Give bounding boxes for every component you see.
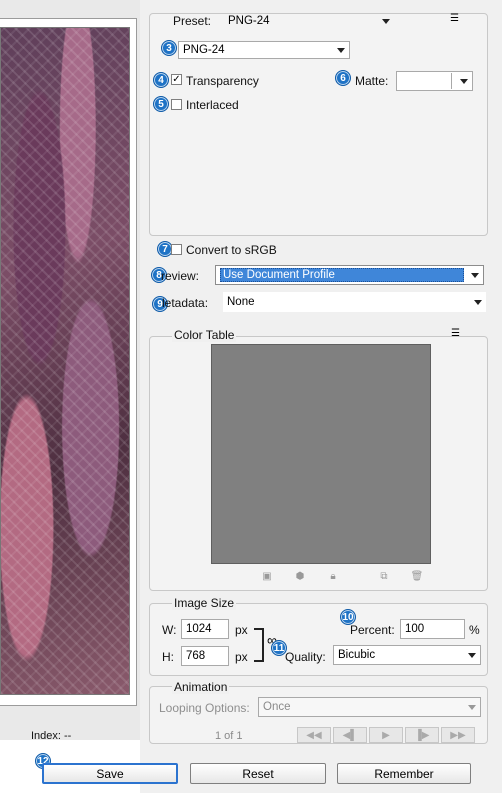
previous-frame-icon[interactable]: ◀▌ [333, 727, 367, 743]
image-preview-wrapper [0, 18, 137, 706]
format-value: PNG-24 [183, 44, 225, 56]
preset-select[interactable]: PNG-24 [228, 12, 392, 30]
color-table-title: Color Table [172, 328, 237, 342]
matte-label: Matte: [355, 74, 389, 88]
interlaced-checkbox[interactable] [171, 99, 182, 110]
chevron-down-icon [382, 18, 390, 24]
preview-label: review: [161, 269, 200, 283]
matte-dropdown-button[interactable] [451, 73, 468, 89]
frame-counter: 1 of 1 [215, 730, 243, 742]
transparency-checkbox[interactable]: ✓ [171, 74, 182, 85]
height-unit: px [235, 650, 248, 664]
lock-icon[interactable]: 🔒︎ [327, 570, 339, 582]
settings-pane: Preset: PNG-24 ☰ PNG-24 3 4 ✓ Transparen… [35, 0, 502, 793]
quality-label: Quality: [285, 650, 326, 664]
image-size-title: Image Size [172, 596, 237, 610]
percent-input[interactable]: 100 [400, 619, 465, 639]
preset-menu-icon[interactable]: ☰ [450, 13, 459, 24]
badge-3: 3 [161, 40, 177, 56]
index-label: Index: -- [31, 730, 72, 742]
preview-selected-value: Use Document Profile [220, 268, 464, 282]
looping-options-value: Once [263, 701, 291, 713]
percent-label: Percent: [350, 623, 395, 637]
height-label: H: [162, 650, 174, 664]
percent-sign: % [469, 623, 480, 637]
save-button[interactable]: Save [42, 763, 178, 784]
last-frame-icon[interactable]: ▶▶ [441, 727, 475, 743]
metadata-value: None [227, 296, 255, 308]
color-table-swatch-area [211, 344, 431, 564]
looping-options-select[interactable]: Once [258, 697, 481, 717]
height-input[interactable]: 768 [181, 646, 229, 666]
convert-srgb-label: Convert to sRGB [186, 243, 277, 257]
preview-select[interactable]: Use Document Profile [215, 265, 484, 285]
reset-button[interactable]: Reset [190, 763, 326, 784]
convert-srgb-checkbox[interactable] [171, 244, 182, 255]
format-select[interactable]: PNG-24 [178, 41, 350, 59]
preset-value: PNG-24 [228, 15, 270, 27]
badge-5: 5 [153, 96, 169, 112]
delete-color-icon[interactable]: 🗑︎ [411, 570, 424, 582]
chevron-down-icon [474, 299, 482, 305]
matte-select[interactable] [396, 71, 473, 91]
color-table-menu-icon[interactable]: ☰ [451, 328, 460, 339]
metadata-label: letadata: [162, 296, 209, 310]
percent-value: 100 [405, 623, 425, 635]
chevron-down-icon [468, 704, 476, 710]
width-value: 1024 [186, 623, 212, 635]
map-color-icon[interactable]: ▣ [261, 570, 273, 582]
constrain-proportions-bracket [254, 628, 264, 662]
quality-value: Bicubic [338, 649, 376, 661]
badge-6: 6 [335, 70, 351, 86]
next-frame-icon[interactable]: ▐▶ [405, 727, 439, 743]
height-value: 768 [186, 650, 206, 662]
preset-label: Preset: [173, 14, 212, 28]
quality-select[interactable]: Bicubic [333, 645, 481, 665]
looping-options-label: Looping Options: [159, 701, 250, 715]
badge-4: 4 [153, 72, 169, 88]
chevron-down-icon [460, 78, 468, 84]
image-preview [0, 27, 130, 695]
chevron-down-icon [468, 652, 476, 658]
width-input[interactable]: 1024 [181, 619, 229, 639]
play-icon[interactable]: ▶ [369, 727, 403, 743]
left-preview-pane: Index: -- [0, 0, 141, 793]
interlaced-label: Interlaced [186, 98, 239, 112]
first-frame-icon[interactable]: ◀◀ [297, 727, 331, 743]
animation-title: Animation [172, 680, 230, 694]
new-color-icon[interactable]: ⧉ [378, 570, 390, 582]
remember-button[interactable]: Remember [337, 763, 471, 784]
chevron-down-icon [471, 272, 479, 278]
width-label: W: [162, 623, 177, 637]
metadata-select[interactable]: None [223, 292, 486, 312]
web-safe-icon[interactable]: ⬢ [294, 570, 306, 582]
width-unit: px [235, 623, 248, 637]
transparency-label: Transparency [186, 74, 259, 88]
chevron-down-icon [337, 47, 345, 53]
